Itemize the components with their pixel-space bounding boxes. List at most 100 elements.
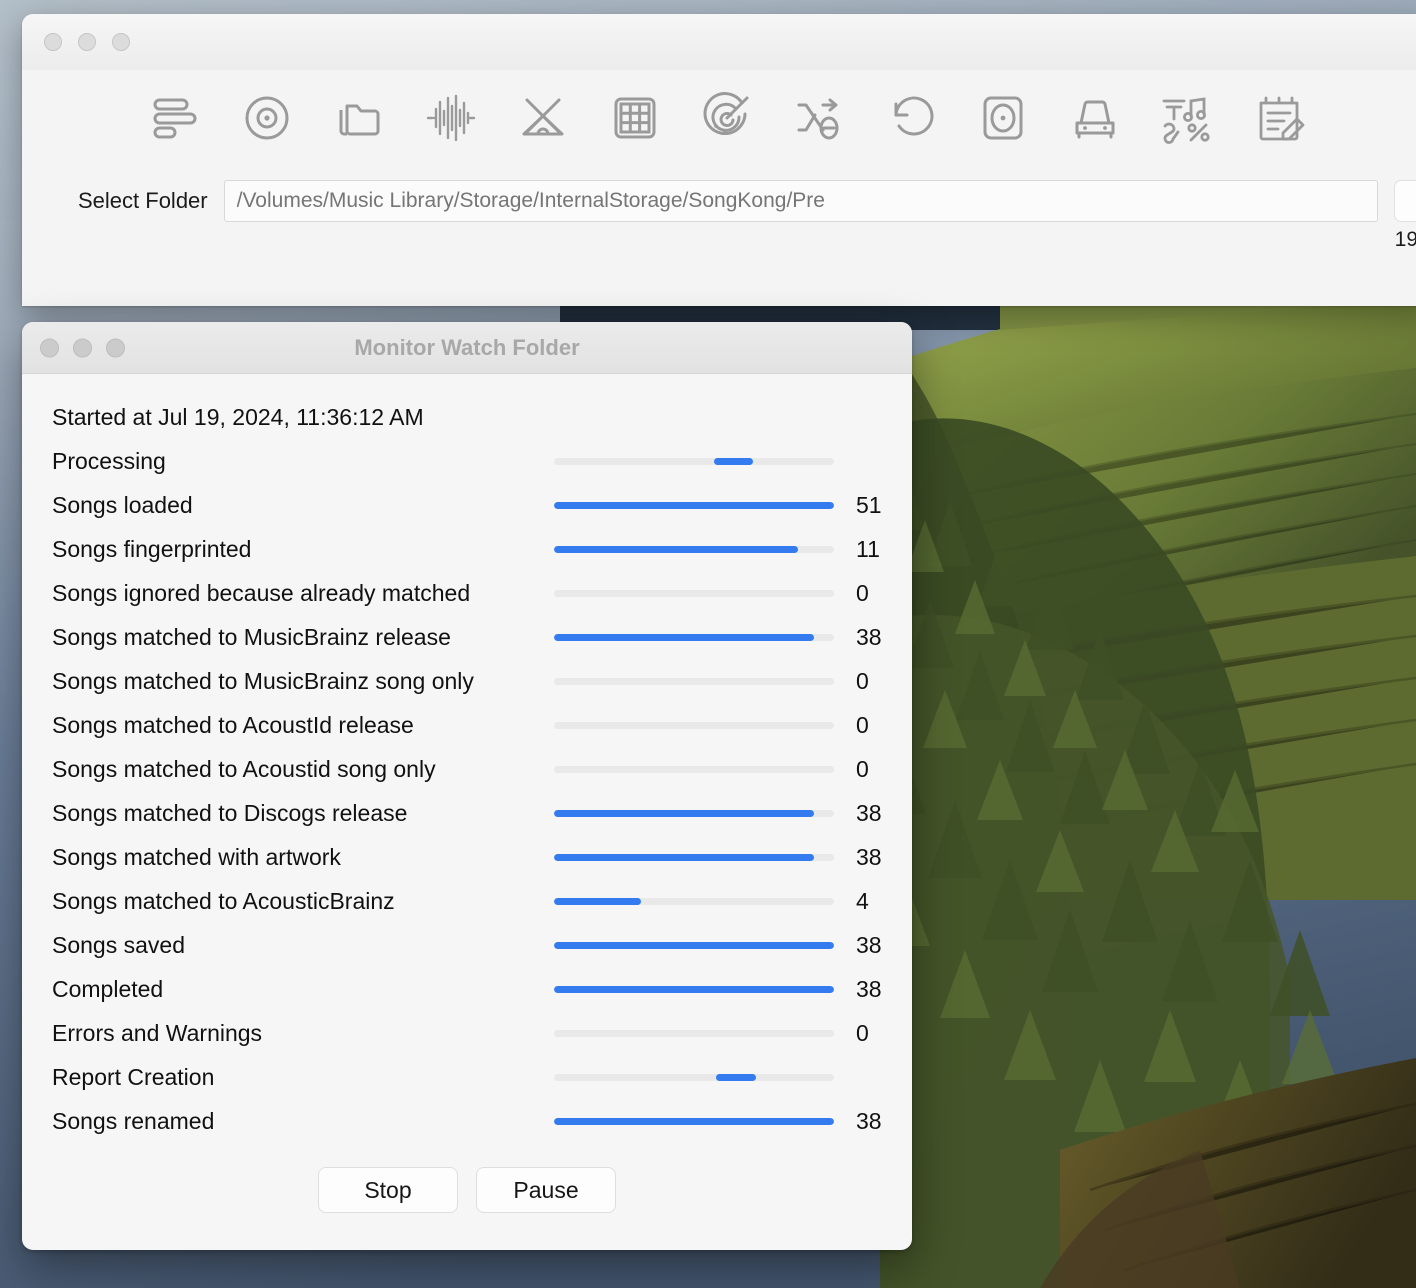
browse-folder-button[interactable]: [1394, 180, 1416, 222]
waveform-icon[interactable]: [422, 89, 480, 147]
dialog-body: Started at Jul 19, 2024, 11:36:12 AM Pro…: [22, 374, 912, 1250]
edit-report-icon[interactable]: [1250, 89, 1308, 147]
progress-row: Completed 38: [22, 967, 912, 1011]
dialog-button-bar[interactable]: Stop Pause: [22, 1143, 912, 1213]
progress-row-value: 0: [856, 579, 869, 606]
progress-row: Songs matched to MusicBrainz song only 0: [22, 659, 912, 703]
progress-row-value: 0: [856, 1019, 869, 1046]
progress-rows-list: Processing Songs loaded 51 Songs fingerprin…: [22, 439, 912, 1143]
progress-row-label: Songs matched to MusicBrainz release: [52, 623, 451, 650]
progress-row-label: Songs ignored because already matched: [52, 579, 471, 606]
progress-bar-indeterminate-chunk: [716, 1073, 756, 1081]
progress-row: Errors and Warnings 0: [22, 1011, 912, 1055]
minimize-button[interactable]: [78, 33, 96, 51]
progress-bar: [554, 501, 834, 509]
progress-row-label: Songs matched to Acoustid song only: [52, 755, 436, 782]
progress-bar: [554, 633, 834, 641]
folder-copy-icon[interactable]: [330, 89, 388, 147]
speaker-icon[interactable]: [974, 89, 1032, 147]
progress-row-value: 0: [856, 667, 869, 694]
progress-bar-fill: [554, 633, 815, 641]
progress-row-label: Songs saved: [52, 931, 185, 958]
select-folder-row[interactable]: Select Folder: [22, 166, 1416, 222]
progress-row: Songs matched with artwork 38: [22, 835, 912, 879]
car-icon[interactable]: [1066, 89, 1124, 147]
radar-icon[interactable]: [698, 89, 756, 147]
songkong-main-window[interactable]: Select Folder 19: [22, 14, 1416, 306]
progress-bar: [554, 1117, 834, 1125]
monitor-watch-folder-dialog[interactable]: Monitor Watch Folder Started at Jul 19, …: [22, 322, 912, 1250]
file-count-row: 19: [22, 222, 1416, 252]
progress-row: Report Creation: [22, 1055, 912, 1099]
progress-bar-fill: [554, 897, 641, 905]
progress-row-label: Songs matched to AcoustId release: [52, 711, 414, 738]
progress-row-label: Completed: [52, 975, 164, 1002]
progress-bar: [554, 1029, 834, 1037]
progress-row: Songs matched to MusicBrainz release 38: [22, 615, 912, 659]
main-toolbar[interactable]: [22, 70, 1416, 166]
progress-bar-fill: [554, 809, 815, 817]
close-button[interactable]: [44, 33, 62, 51]
progress-row-value: 0: [856, 711, 869, 738]
grid-icon[interactable]: [606, 89, 664, 147]
progress-row-label: Processing: [52, 447, 166, 474]
progress-row-value: 38: [856, 975, 882, 1002]
progress-row-value: 38: [856, 799, 882, 826]
tent-icon[interactable]: [514, 89, 572, 147]
progress-row: Songs fingerprinted 11: [22, 527, 912, 571]
main-window-titlebar: [22, 14, 1416, 70]
progress-bar-fill: [554, 545, 798, 553]
progress-bar: [554, 897, 834, 905]
folder-path-input[interactable]: [223, 180, 1378, 222]
dialog-title: Monitor Watch Folder: [354, 334, 580, 360]
dialog-minimize-button[interactable]: [73, 338, 92, 357]
sort-lines-icon[interactable]: [146, 89, 204, 147]
dialog-maximize-button[interactable]: [106, 338, 125, 357]
progress-row-label: Errors and Warnings: [52, 1019, 263, 1046]
progress-bar: [554, 545, 834, 553]
progress-row-label: Songs matched to MusicBrainz song only: [52, 667, 474, 694]
format-tags-icon[interactable]: [1158, 89, 1216, 147]
progress-row-value: 38: [856, 1107, 882, 1134]
maximize-button[interactable]: [112, 33, 130, 51]
progress-row: Songs matched to Acoustid song only 0: [22, 747, 912, 791]
progress-row-value: 4: [856, 887, 869, 914]
dialog-titlebar: Monitor Watch Folder: [22, 322, 912, 374]
progress-bar: [554, 721, 834, 729]
select-folder-label: Select Folder: [78, 188, 208, 213]
progress-row: Songs matched to AcousticBrainz 4: [22, 879, 912, 923]
progress-bar: [554, 589, 834, 597]
shuffle-minus-icon[interactable]: [790, 89, 848, 147]
dialog-traffic-lights[interactable]: [40, 338, 125, 357]
progress-row-value: 38: [856, 843, 882, 870]
progress-row-value: 38: [856, 623, 882, 650]
progress-row-label: Songs matched to Discogs release: [52, 799, 408, 826]
progress-row-label: Songs loaded: [52, 491, 193, 518]
disc-target-icon[interactable]: [238, 89, 296, 147]
dialog-close-button[interactable]: [40, 338, 59, 357]
progress-bar-fill: [554, 501, 834, 509]
progress-bar: [554, 985, 834, 993]
stop-button[interactable]: Stop: [318, 1167, 458, 1213]
progress-bar: [554, 853, 834, 861]
progress-row-label: Songs renamed: [52, 1107, 215, 1134]
progress-row: Songs ignored because already matched 0: [22, 571, 912, 615]
progress-row: Songs matched to Discogs release 38: [22, 791, 912, 835]
progress-bar: [554, 457, 834, 465]
progress-bar-indeterminate-chunk: [713, 457, 753, 465]
progress-row-label: Songs fingerprinted: [52, 535, 252, 562]
progress-bar-fill: [554, 985, 834, 993]
progress-bar: [554, 941, 834, 949]
progress-bar-fill: [554, 1117, 834, 1125]
window-traffic-lights[interactable]: [44, 33, 130, 51]
progress-row-label: Songs matched with artwork: [52, 843, 341, 870]
progress-bar: [554, 677, 834, 685]
undo-icon[interactable]: [882, 89, 940, 147]
progress-row-value: 11: [856, 535, 880, 562]
file-count-value: 19: [1394, 228, 1416, 251]
started-at-text: Started at Jul 19, 2024, 11:36:12 AM: [52, 404, 424, 430]
progress-row: Songs loaded 51: [22, 483, 912, 527]
progress-bar-fill: [554, 853, 815, 861]
pause-button[interactable]: Pause: [476, 1167, 616, 1213]
progress-row: Songs matched to AcoustId release 0: [22, 703, 912, 747]
